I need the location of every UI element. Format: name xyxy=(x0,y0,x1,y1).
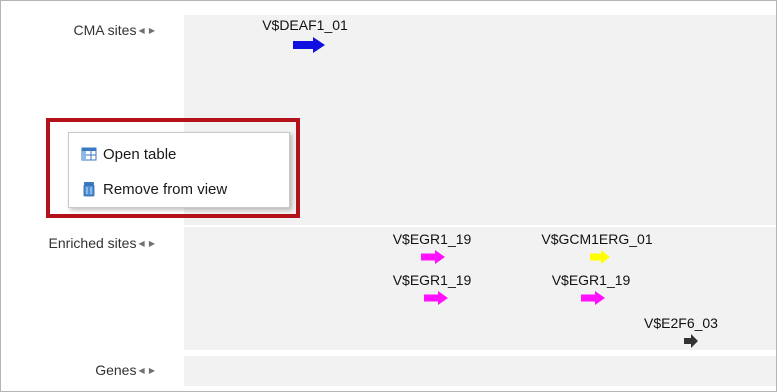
context-menu: Open table Remove from view xyxy=(68,132,290,208)
track-name: CMA sites xyxy=(73,22,137,38)
site-label[interactable]: V$EGR1_19 xyxy=(393,231,472,247)
track-nav-arrows-icon[interactable]: ◀ ▶ xyxy=(138,26,156,35)
menu-item-label: Remove from view xyxy=(103,180,228,198)
track-nav-arrows-icon[interactable]: ◀ ▶ xyxy=(138,366,156,375)
track-label-genes: Genes ◀ ▶ xyxy=(95,362,156,378)
right-arrow-icon[interactable] xyxy=(590,250,610,264)
right-arrow-icon[interactable] xyxy=(581,291,605,305)
right-arrow-icon[interactable] xyxy=(424,291,448,305)
site-arrow xyxy=(421,250,445,264)
site-label[interactable]: V$E2F6_03 xyxy=(644,315,718,331)
site-arrow xyxy=(424,291,448,305)
trash-icon xyxy=(83,182,95,197)
site-label[interactable]: V$GCM1ERG_01 xyxy=(541,231,652,247)
site-arrow xyxy=(581,291,605,305)
track-name: Genes xyxy=(95,362,137,378)
track-area-genes[interactable] xyxy=(184,356,776,386)
track-label-enriched-sites: Enriched sites ◀ ▶ xyxy=(49,235,156,251)
site-arrow xyxy=(684,334,698,348)
site-label[interactable]: V$EGR1_19 xyxy=(393,272,472,288)
right-arrow-icon[interactable] xyxy=(421,250,445,264)
table-icon xyxy=(81,147,97,161)
menu-item-remove-from-view[interactable]: Remove from view xyxy=(81,178,227,200)
site-arrow xyxy=(590,250,610,264)
site-arrow xyxy=(293,37,325,53)
track-nav-arrows-icon[interactable]: ◀ ▶ xyxy=(138,239,156,248)
track-label-cma-sites: CMA sites ◀ ▶ xyxy=(73,22,156,38)
track-name: Enriched sites xyxy=(48,235,137,251)
right-arrow-icon[interactable] xyxy=(684,334,698,348)
menu-item-label: Open table xyxy=(103,145,177,163)
menu-item-open-table[interactable]: Open table xyxy=(81,143,176,165)
right-arrow-icon[interactable] xyxy=(293,37,325,53)
site-label[interactable]: V$DEAF1_01 xyxy=(262,17,348,33)
site-label[interactable]: V$EGR1_19 xyxy=(552,272,631,288)
track-area-enriched-sites[interactable] xyxy=(184,227,776,350)
genome-browser-panel: CMA sites ◀ ▶ Enriched sites ◀ ▶ Genes ◀… xyxy=(0,0,777,392)
